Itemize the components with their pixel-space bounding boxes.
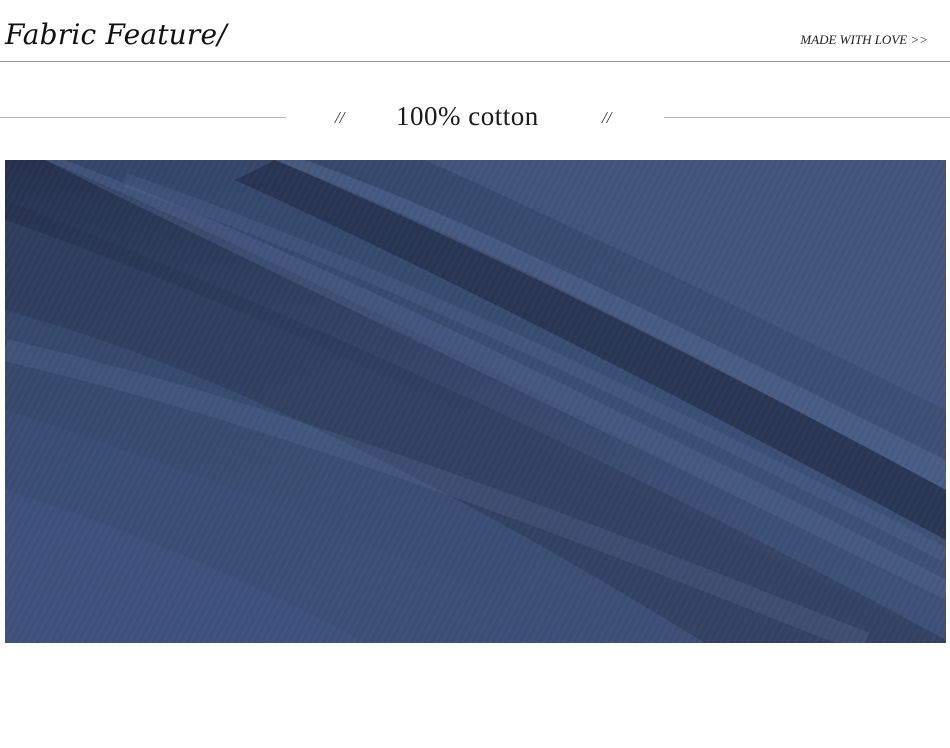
heading-rule-right: [664, 117, 950, 118]
heading-mark-left: //: [335, 108, 345, 127]
header-divider: [0, 61, 950, 62]
section-heading: // 100% cotton //: [0, 98, 950, 138]
heading-rule-left: [0, 117, 286, 118]
fabric-texture-image: [5, 160, 946, 643]
fabric-photo: [5, 160, 946, 643]
material-heading: 100% cotton: [396, 101, 539, 131]
page-header: Fabric Feature/ MADE WITH LOVE >>: [0, 0, 950, 62]
heading-mark-right: //: [602, 108, 612, 127]
page-title: Fabric Feature/: [5, 18, 227, 51]
tagline-link[interactable]: MADE WITH LOVE >>: [800, 32, 928, 48]
